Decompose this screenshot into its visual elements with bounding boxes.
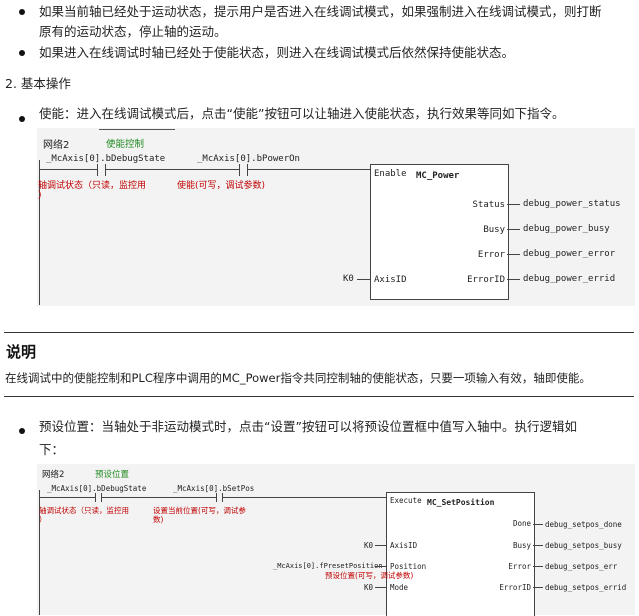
bullet-dot bbox=[19, 9, 25, 15]
output-errid-var: debug_power_errid bbox=[523, 274, 616, 284]
output-line bbox=[507, 204, 520, 205]
network-label: 网络2 bbox=[43, 140, 70, 151]
position-comment: 预设位置(可写，调试参数) bbox=[325, 571, 414, 580]
bullet-text-setpos: 预设位置：当轴处于非运动模式时，点击“设置”按钮可以将预设位置框中值写入轴中。执… bbox=[39, 419, 577, 434]
fb-output-done-pin: Done bbox=[512, 519, 531, 528]
bullet-dot bbox=[19, 428, 25, 434]
fb-input-enable: Enable bbox=[374, 169, 407, 179]
contact2-comment: 使能(可写，调试参数) bbox=[177, 181, 266, 191]
note-title: 说明 bbox=[6, 343, 37, 361]
bullet-dot bbox=[19, 116, 25, 122]
contact1-comment: 轴调试状态（只读，监控用 bbox=[39, 506, 129, 515]
bullet-text-enable-state: 如果进入在线调试时轴已经处于使能状态，则进入在线调试模式后依然保持使能状态。 bbox=[39, 45, 515, 60]
contact2-comment-cont: 数) bbox=[153, 515, 164, 524]
rung-line bbox=[222, 497, 386, 498]
output-line bbox=[533, 524, 543, 525]
contact2-left bbox=[239, 164, 240, 176]
rung-line bbox=[101, 497, 216, 498]
fb-input-axis: AxisID bbox=[390, 541, 418, 550]
contact2-left bbox=[216, 493, 217, 502]
note-top-rule bbox=[4, 332, 634, 333]
output-line bbox=[507, 279, 520, 280]
contact1-variable: _McAxis[0].bDebugState bbox=[47, 484, 147, 493]
ladder-network-power: 网络2 使能控制 _McAxis[0].bDebugState _McAxis[… bbox=[37, 128, 635, 306]
output-errid-var: debug_setpos_errid bbox=[545, 583, 627, 592]
bullet-text-enable: 使能：进入在线调试模式后，点击“使能”按钮可以让轴进入使能状态，执行效果等同如下… bbox=[39, 106, 565, 121]
fb-output-error-pin: Error bbox=[508, 562, 531, 571]
fb-input-mode: Mode bbox=[390, 583, 409, 592]
position-variable: _McAxis[0].fPresetPosition bbox=[273, 562, 383, 570]
mc-power-block: Enable MC_Power Status Busy Error ErrorI… bbox=[370, 164, 509, 300]
axis-constant: K0 bbox=[343, 274, 354, 284]
contact2-right bbox=[247, 164, 248, 176]
output-line bbox=[533, 545, 543, 546]
output-busy-var: debug_power_busy bbox=[523, 224, 610, 234]
fb-input-axis: AxisID bbox=[374, 275, 407, 285]
bullet-text-setpos-cont: 下： bbox=[39, 442, 65, 457]
output-err-var: debug_setpos_err bbox=[545, 562, 618, 571]
rung-line bbox=[39, 497, 95, 498]
contact1-right bbox=[105, 164, 106, 176]
bullet-text-motion-state-cont: 原有的运动状态，停止轴的运动。 bbox=[39, 24, 227, 39]
network-header-divider bbox=[99, 129, 175, 130]
fb-name: MC_SetPosition bbox=[427, 498, 495, 507]
output-line bbox=[507, 254, 520, 255]
contact1-variable: _McAxis[0].bDebugState bbox=[46, 154, 166, 164]
fb-output-busy-pin: Busy bbox=[512, 541, 531, 550]
contact1-left bbox=[95, 493, 96, 502]
output-done-var: debug_setpos_done bbox=[545, 520, 622, 529]
ladder-network-setposition: 网络2 预设位置 _McAxis[0].bDebugState _McAxis[… bbox=[37, 464, 635, 616]
axis-constant: K0 bbox=[364, 541, 374, 550]
output-line bbox=[507, 229, 520, 230]
note-body: 在线调试中的使能控制和PLC程序中调用的MC_Power指令共同控制轴的使能状态… bbox=[5, 371, 591, 385]
axis-input-line bbox=[357, 279, 370, 280]
mode-constant: K0 bbox=[364, 583, 374, 592]
rung-line bbox=[105, 169, 239, 170]
section-heading: 2. 基本操作 bbox=[5, 76, 71, 91]
rung-line bbox=[247, 169, 370, 170]
fb-output-status-pin: Status bbox=[472, 200, 505, 210]
fb-output-busy-pin: Busy bbox=[483, 225, 505, 235]
contact1-comment-cont: ） bbox=[38, 191, 48, 201]
contact2-comment: 设置当前位置(可写，调试参 bbox=[153, 506, 246, 515]
network-comment: 使能控制 bbox=[106, 139, 145, 150]
mode-input-line bbox=[375, 587, 386, 588]
output-error-var: debug_power_error bbox=[523, 249, 616, 259]
mc-setposition-block: Execute MC_SetPosition Done Busy AxisID … bbox=[386, 492, 535, 616]
output-busy-var: debug_setpos_busy bbox=[545, 541, 622, 550]
fb-output-errorid-pin: ErrorID bbox=[499, 583, 531, 592]
network-comment: 预设位置 bbox=[95, 470, 130, 480]
axis-input-line bbox=[375, 545, 386, 546]
rung-line bbox=[39, 169, 97, 170]
bullet-dot bbox=[19, 50, 25, 56]
output-line bbox=[533, 587, 543, 588]
fb-output-error-pin: Error bbox=[477, 250, 505, 260]
contact1-comment: 轴调试状态（只读，监控用 bbox=[38, 181, 147, 191]
contact2-variable: _McAxis[0].bPowerOn bbox=[197, 154, 300, 164]
contact2-variable: _McAxis[0].bSetPos bbox=[173, 484, 255, 493]
contact1-comment-cont: ） bbox=[39, 515, 47, 524]
fb-input-execute: Execute bbox=[390, 496, 422, 505]
output-status-var: debug_power_status bbox=[523, 199, 621, 209]
network-label: 网络2 bbox=[42, 470, 65, 480]
note-bottom-rule bbox=[4, 396, 634, 397]
bullet-text-motion-state: 如果当前轴已经处于运动状态，提示用户是否进入在线调试模式，如果强制进入在线调试模… bbox=[39, 4, 602, 19]
output-line bbox=[533, 566, 543, 567]
position-input-line bbox=[375, 566, 386, 567]
fb-output-errorid-pin: ErrorID bbox=[467, 275, 505, 285]
contact1-left bbox=[97, 164, 98, 176]
fb-name: MC_Power bbox=[416, 171, 460, 181]
